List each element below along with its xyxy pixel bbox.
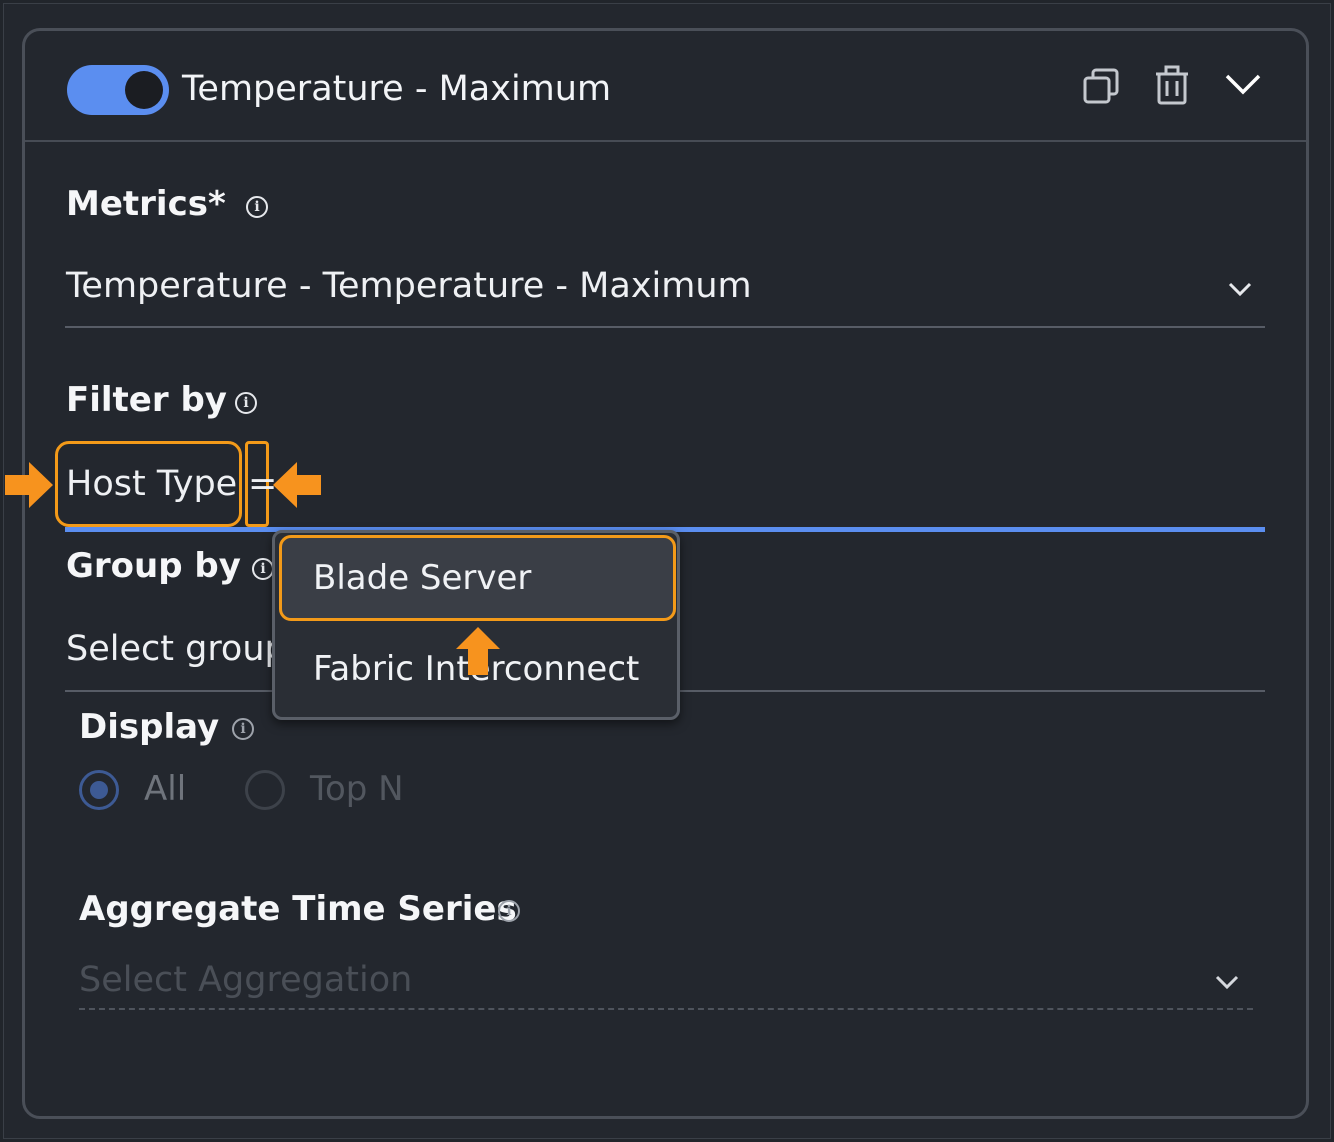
arrow-right-icon bbox=[5, 462, 53, 508]
radio-top-n[interactable] bbox=[245, 770, 285, 810]
aggregate-label: Aggregate Time Series bbox=[79, 889, 517, 929]
copy-icon[interactable] bbox=[1082, 67, 1120, 105]
chevron-down-icon[interactable] bbox=[1224, 72, 1262, 98]
dropdown-option[interactable]: Blade Server bbox=[313, 558, 531, 598]
arrow-up-icon bbox=[456, 627, 500, 675]
trash-icon[interactable] bbox=[1154, 65, 1190, 105]
radio-all-label: All bbox=[144, 769, 187, 809]
group-label: Group by bbox=[66, 546, 241, 586]
arrow-left-icon bbox=[273, 462, 321, 508]
info-icon[interactable]: i bbox=[498, 900, 520, 922]
radio-all[interactable] bbox=[79, 770, 119, 810]
metrics-underline bbox=[65, 326, 1265, 328]
info-icon[interactable]: i bbox=[252, 558, 274, 580]
header-divider bbox=[25, 140, 1306, 142]
info-icon[interactable]: i bbox=[246, 196, 268, 218]
metrics-select-value[interactable]: Temperature - Temperature - Maximum bbox=[66, 266, 752, 306]
metrics-label: Metrics* bbox=[66, 184, 226, 224]
info-icon[interactable]: i bbox=[235, 392, 257, 414]
chevron-down-icon bbox=[1215, 975, 1239, 990]
aggregate-select-placeholder: Select Aggregation bbox=[79, 960, 413, 1000]
card-title: Temperature - Maximum bbox=[182, 69, 612, 109]
filter-key[interactable]: Host Type bbox=[66, 464, 237, 504]
info-icon[interactable]: i bbox=[232, 718, 254, 740]
toggle-knob bbox=[125, 71, 163, 109]
radio-top-n-label: Top N bbox=[310, 769, 404, 809]
display-label: Display bbox=[79, 707, 220, 747]
enable-toggle[interactable] bbox=[67, 65, 169, 115]
chevron-down-icon[interactable] bbox=[1228, 281, 1252, 297]
radio-dot bbox=[90, 781, 108, 799]
group-select-placeholder[interactable]: Select group bbox=[66, 629, 287, 669]
filter-label: Filter by bbox=[66, 380, 227, 420]
aggregate-underline bbox=[79, 1008, 1253, 1010]
